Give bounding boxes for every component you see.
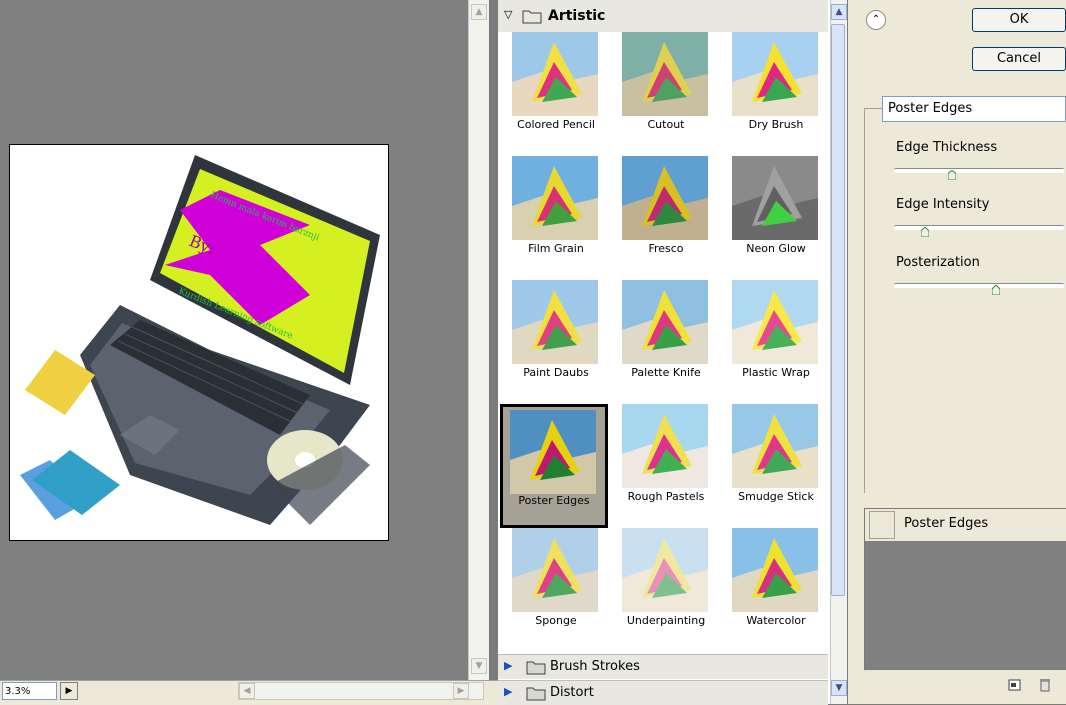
filter-preview-image <box>732 404 818 488</box>
param-slider-thumb[interactable] <box>991 280 1001 296</box>
filter-thumbnail[interactable]: Plastic Wrap <box>726 278 834 402</box>
filter-thumbnail[interactable]: Watercolor <box>726 526 834 650</box>
filter-preview-image <box>512 280 598 364</box>
collapsed-triangle-icon[interactable]: ▶ <box>504 685 512 698</box>
folder-open-icon <box>522 10 542 24</box>
zoom-field[interactable]: 3.3% <box>2 682 57 700</box>
category-header-distort[interactable]: ▶ Distort <box>498 680 828 705</box>
filter-label: Watercolor <box>746 614 806 627</box>
cancel-button[interactable]: Cancel <box>972 47 1066 71</box>
param-label: Posterization <box>896 255 980 270</box>
preview-canvas[interactable]: Hemn mala karim barznji By: Kurdish Lear… <box>9 144 389 541</box>
filter-preview-image <box>512 528 598 612</box>
filter-thumbnail[interactable]: Smudge Stick <box>726 402 834 526</box>
filter-label: Dry Brush <box>748 118 804 131</box>
filter-preview-image <box>512 156 598 240</box>
preview-horizontal-scrollbar[interactable]: ◀ ▶ <box>238 682 484 700</box>
filter-label: Film Grain <box>528 242 584 255</box>
filter-thumbnail[interactable]: Neon Glow <box>726 154 834 278</box>
effect-layer-name: Poster Edges <box>904 516 989 531</box>
filter-label: Sponge <box>535 614 577 627</box>
filter-label: Neon Glow <box>746 242 806 255</box>
new-layer-icon[interactable] <box>1008 678 1022 692</box>
filter-preview-image <box>622 404 708 488</box>
param-slider-track[interactable] <box>894 168 1064 173</box>
filter-label: Plastic Wrap <box>742 366 810 379</box>
collapse-icon[interactable]: ⌃ <box>866 10 886 30</box>
group-label: Brush Strokes <box>550 659 640 674</box>
filter-preview-image <box>510 410 596 494</box>
layer-visibility-icon[interactable] <box>869 511 895 539</box>
filter-thumbnail[interactable]: Film Grain <box>506 154 614 278</box>
filter-label: Colored Pencil <box>517 118 595 131</box>
filter-label: Palette Knife <box>631 366 701 379</box>
param-slider-track[interactable] <box>894 283 1064 288</box>
filter-thumbnail[interactable]: Palette Knife <box>616 278 724 402</box>
filter-preview-image <box>622 156 708 240</box>
folder-icon <box>526 687 546 701</box>
filter-thumbnail[interactable]: Cutout <box>616 30 724 154</box>
settings-group <box>864 108 1066 493</box>
param-label: Edge Intensity <box>896 197 990 212</box>
filter-preview-image <box>622 528 708 612</box>
filter-label: Poster Edges <box>518 494 590 507</box>
filter-label: Underpainting <box>626 614 706 627</box>
filter-label: Fresco <box>648 242 684 255</box>
filter-thumbnail[interactable]: Poster Edges <box>500 404 608 528</box>
scroll-up-icon[interactable]: ▲ <box>471 4 487 20</box>
filter-thumbnail[interactable]: Dry Brush <box>726 30 834 154</box>
gallery-scroll-thumb[interactable] <box>831 24 845 596</box>
ok-button[interactable]: OK <box>972 8 1066 32</box>
expand-triangle-icon[interactable]: ▽ <box>504 8 512 21</box>
filter-preview-image <box>732 528 818 612</box>
param-slider-thumb[interactable] <box>920 222 930 238</box>
zoom-menu-arrow-icon[interactable]: ▶ <box>60 682 78 700</box>
collapsed-triangle-icon[interactable]: ▶ <box>504 659 512 672</box>
param-slider-track[interactable] <box>894 225 1064 230</box>
param-slider-thumb[interactable] <box>947 165 957 181</box>
filter-thumbnail[interactable]: Colored Pencil <box>506 30 614 154</box>
preview-vertical-scrollbar[interactable]: ▲ ▼ <box>468 0 489 680</box>
filter-label: Cutout <box>647 118 685 131</box>
scroll-up-icon[interactable]: ▲ <box>831 4 847 20</box>
filter-preview-image <box>732 156 818 240</box>
filter-preview-image <box>512 32 598 116</box>
filter-preview-image <box>732 32 818 116</box>
category-header-brush-strokes[interactable]: ▶ Brush Strokes <box>498 654 828 679</box>
filter-preview-image <box>622 280 708 364</box>
filter-select[interactable]: Poster Edges <box>882 96 1066 122</box>
filter-preview-image <box>622 32 708 116</box>
filter-thumbnail[interactable]: Rough Pastels <box>616 402 724 526</box>
filter-thumbnail[interactable]: Underpainting <box>616 526 724 650</box>
scroll-right-icon[interactable]: ▶ <box>453 683 469 699</box>
filter-thumbnail[interactable]: Fresco <box>616 154 724 278</box>
scroll-down-icon[interactable]: ▼ <box>831 680 847 696</box>
filter-label: Rough Pastels <box>627 490 705 503</box>
trash-icon[interactable] <box>1038 677 1052 693</box>
param-label: Edge Thickness <box>896 140 998 155</box>
group-label: Distort <box>550 685 594 700</box>
folder-icon <box>526 661 546 675</box>
scroll-down-icon[interactable]: ▼ <box>471 658 487 674</box>
laptop-image: Hemn mala karim barznji By: Kurdish Lear… <box>20 155 380 525</box>
filter-preview-image <box>732 280 818 364</box>
filter-label: Paint Daubs <box>523 366 589 379</box>
scroll-left-icon[interactable]: ◀ <box>239 683 255 699</box>
filter-label: Smudge Stick <box>738 490 814 503</box>
category-title: Artistic <box>548 8 606 24</box>
filter-thumbnail[interactable]: Sponge <box>506 526 614 650</box>
filter-thumbnail[interactable]: Paint Daubs <box>506 278 614 402</box>
